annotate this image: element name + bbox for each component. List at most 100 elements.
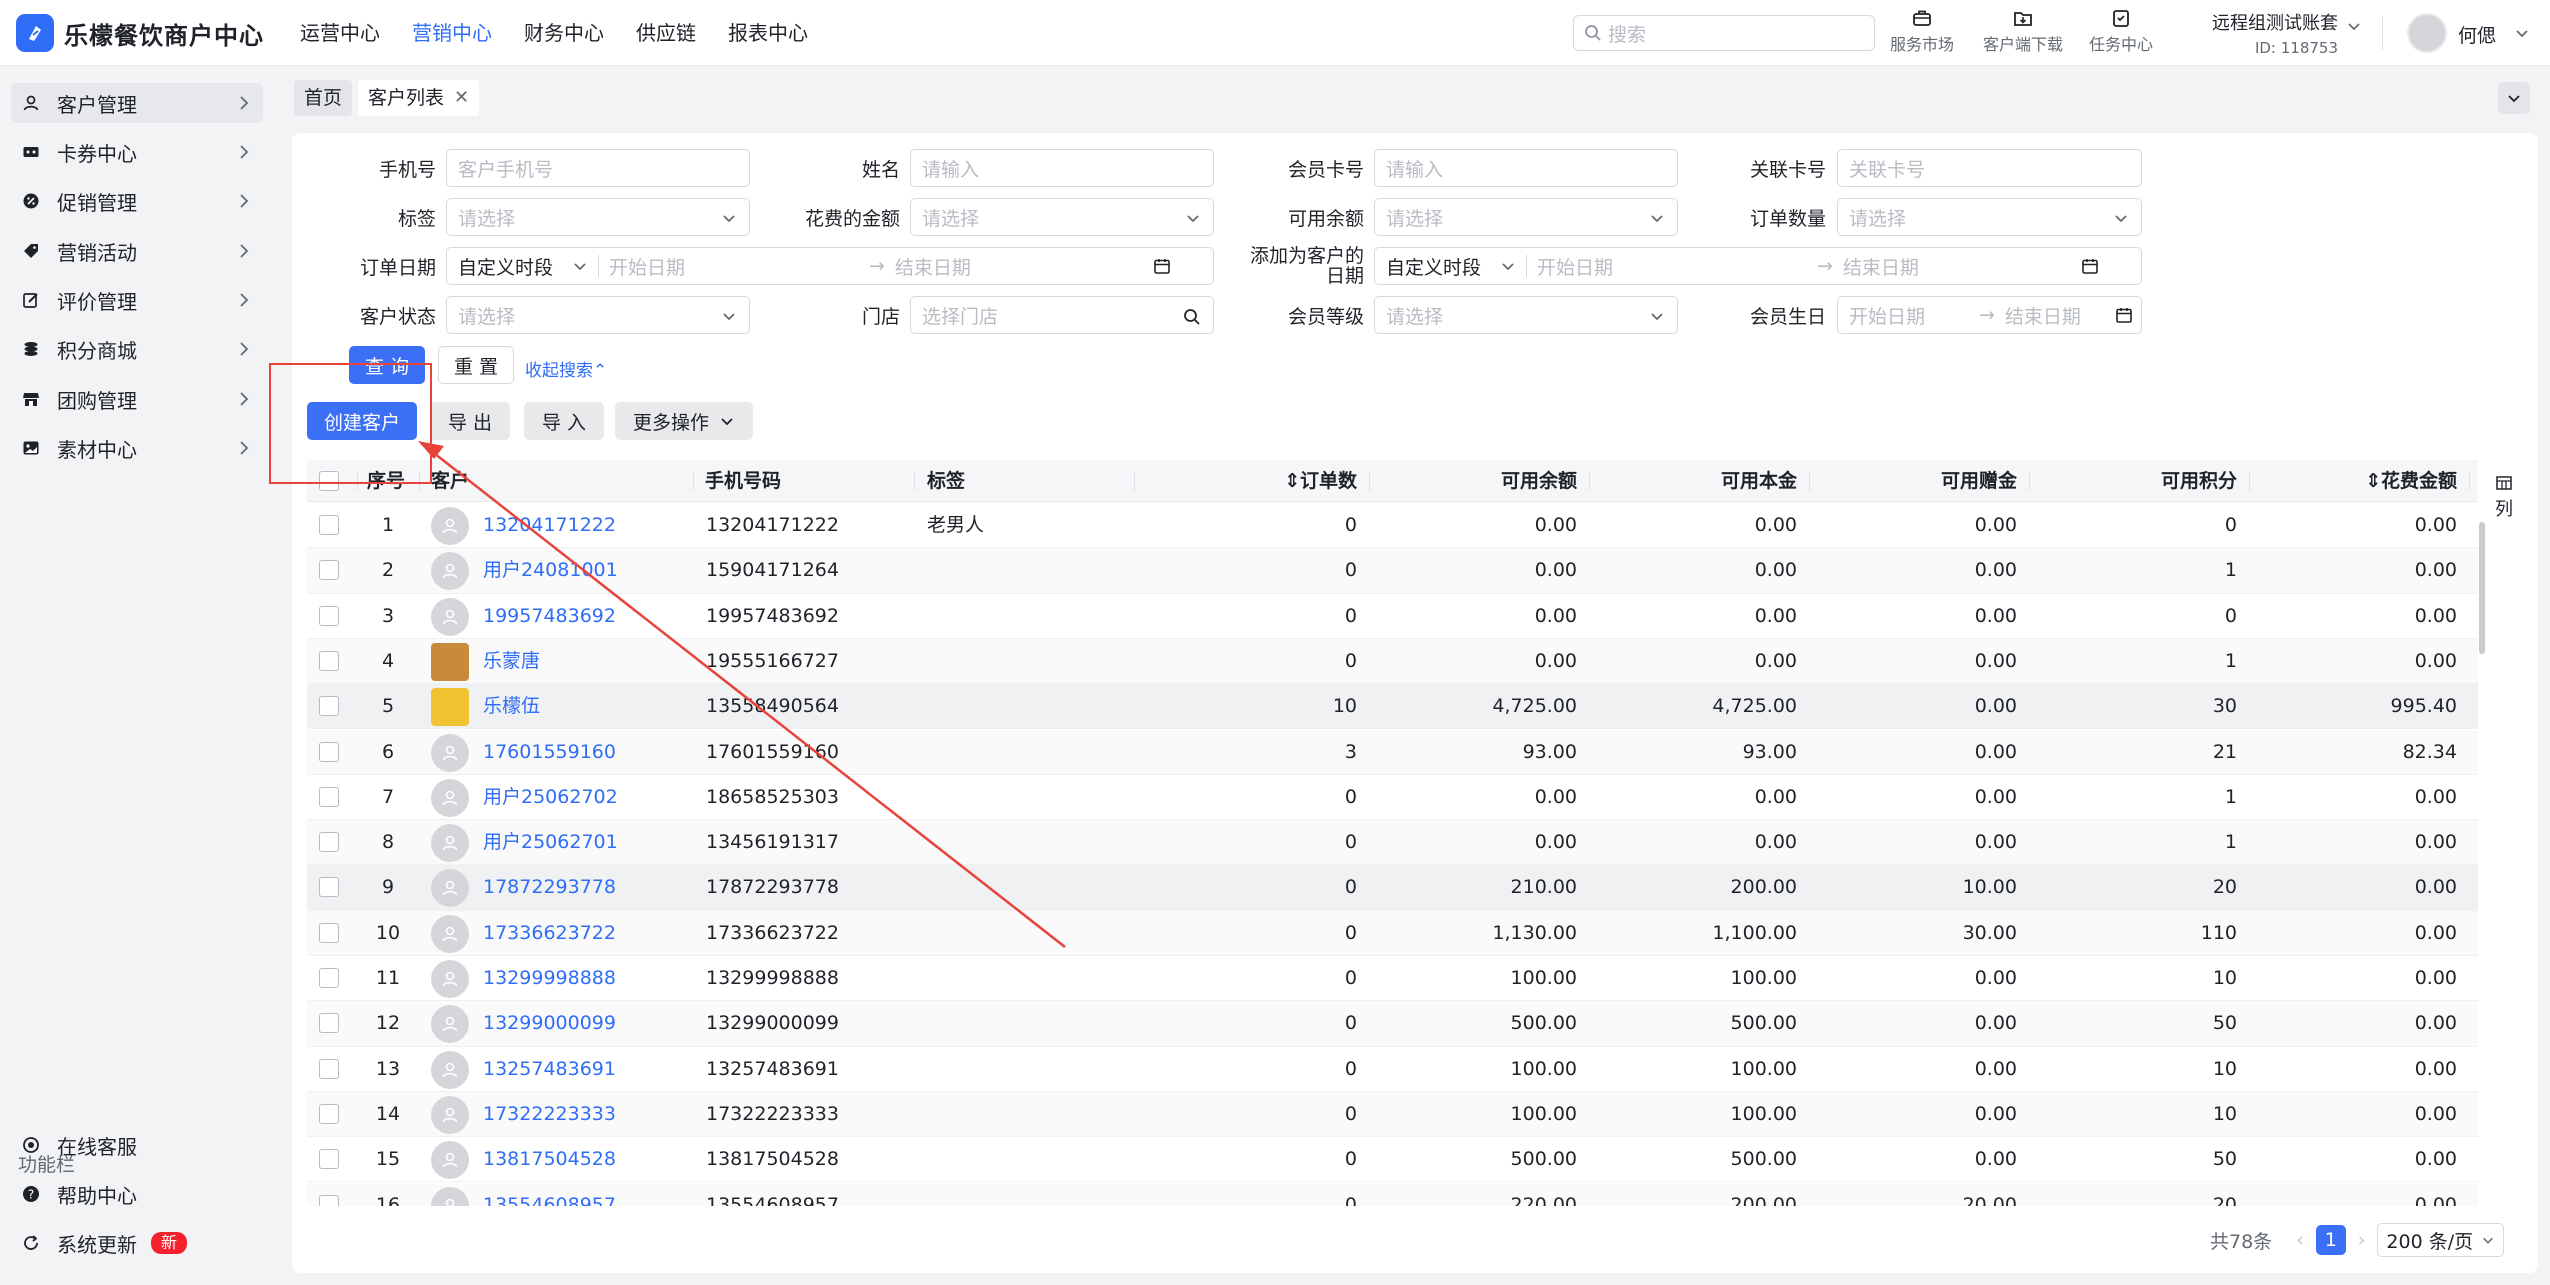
table-row[interactable]: 9 17872293778 17872293778 0 210.00 200.00 10.0…	[307, 865, 2478, 911]
collapse-search-link[interactable]: 收起搜索⌃	[525, 356, 607, 381]
spend-filter-select[interactable]: 请选择	[910, 198, 1214, 236]
level-filter-select[interactable]: 请选择	[1374, 296, 1678, 334]
customer-name-link[interactable]: 13817504528	[483, 1137, 616, 1182]
select-all-checkbox[interactable]	[319, 471, 339, 491]
customer-name-link[interactable]: 13204171222	[483, 503, 616, 548]
row-checkbox[interactable]	[319, 515, 339, 535]
tag-filter-select[interactable]: 请选择	[446, 198, 750, 236]
name-filter-input[interactable]: 请输入	[910, 149, 1214, 187]
birthday-range-picker[interactable]: 开始日期 → 结束日期	[1837, 296, 2142, 334]
column-header-spent[interactable]: ⇕花费金额	[2287, 460, 2457, 502]
phone-filter-input[interactable]: 客户手机号	[446, 149, 750, 187]
column-settings-button[interactable]: 列	[2490, 474, 2518, 521]
topnav-marketing[interactable]: 营销中心	[412, 0, 492, 66]
customer-name-link[interactable]: 13299998888	[483, 956, 616, 1001]
task-center-button[interactable]: 任务中心	[2085, 8, 2157, 55]
store-filter-select[interactable]: 选择门店	[910, 296, 1214, 334]
row-checkbox[interactable]	[319, 741, 339, 762]
scrollbar-thumb[interactable]	[2479, 522, 2485, 654]
table-row[interactable]: 12 13299000099 13299000099 0 500.00 500.00 0.0…	[307, 1001, 2478, 1047]
row-checkbox[interactable]	[319, 605, 339, 626]
chevron-down-icon[interactable]	[2514, 25, 2530, 41]
table-row[interactable]: 13 13257483691 13257483691 0 100.00 100.00 0.0…	[307, 1047, 2478, 1092]
table-row[interactable]: 7 用户25062702 18658525303 0 0.00 0.00 0.00 1 0.00	[307, 775, 2478, 821]
sidebar-item-system-update[interactable]: 系统更新 新	[11, 1223, 263, 1263]
global-search-input[interactable]: 搜索	[1573, 15, 1875, 51]
customer-name-link[interactable]: 13299000099	[483, 1001, 616, 1046]
user-avatar[interactable]	[2407, 13, 2447, 53]
table-row[interactable]: 6 17601559160 17601559160 3 93.00 93.00 0.00 21…	[307, 729, 2478, 775]
row-checkbox[interactable]	[319, 650, 339, 671]
sidebar-item-materials[interactable]: 素材中心	[11, 428, 263, 468]
row-checkbox[interactable]	[319, 832, 339, 853]
birthday-start[interactable]: 开始日期	[1849, 302, 1969, 329]
customer-name-link[interactable]: 用户25062701	[483, 820, 618, 865]
added-date-mode[interactable]: 自定义时段	[1386, 253, 1500, 280]
added-date-range-picker[interactable]: 自定义时段 开始日期 → 结束日期	[1374, 247, 2142, 285]
customer-name-link[interactable]: 用户25062702	[483, 775, 618, 820]
row-checkbox[interactable]	[319, 1013, 339, 1034]
row-checkbox[interactable]	[319, 922, 339, 943]
customer-name-link[interactable]: 13257483691	[483, 1047, 616, 1092]
client-download-button[interactable]: 客户端下载	[1978, 8, 2068, 55]
table-row[interactable]: 4 乐蒙唐 19555166727 0 0.00 0.00 0.00 1 0.00	[307, 638, 2478, 685]
table-row[interactable]: 14 17322223333 17322223333 0 100.00 100.00 0.0…	[307, 1091, 2478, 1138]
topnav-operations[interactable]: 运营中心	[300, 0, 380, 66]
customer-name-link[interactable]: 13554608957	[483, 1183, 616, 1207]
user-name[interactable]: 何偲	[2458, 21, 2496, 48]
page-size-select[interactable]: 200 条/页	[2377, 1223, 2505, 1257]
status-filter-select[interactable]: 请选择	[446, 296, 750, 334]
customer-name-link[interactable]: 17322223333	[483, 1092, 616, 1137]
more-actions-dropdown[interactable]: 更多操作	[615, 402, 753, 440]
table-row[interactable]: 3 19957483692 19957483692 0 0.00 0.00 0.00 0 0.0…	[307, 594, 2478, 639]
next-page-icon[interactable]: ›	[2358, 1229, 2366, 1251]
topnav-finance[interactable]: 财务中心	[524, 0, 604, 66]
create-customer-button[interactable]: 创建客户	[307, 402, 417, 440]
app-logo[interactable]: 乐檬餐饮商户中心	[16, 14, 264, 52]
sidebar-item-promotions[interactable]: 促销管理	[11, 181, 263, 221]
added-date-start[interactable]: 开始日期	[1537, 253, 1807, 280]
sidebar-item-coupons[interactable]: 卡券中心	[11, 132, 263, 172]
customer-name-link[interactable]: 17336623722	[483, 911, 616, 956]
tab-home[interactable]: 首页	[294, 80, 353, 116]
row-checkbox[interactable]	[319, 696, 339, 717]
sidebar-item-reviews[interactable]: 评价管理	[11, 280, 263, 320]
order-date-end[interactable]: 结束日期	[895, 253, 1153, 280]
table-row[interactable]: 1 13204171222 13204171222 老男人 0 0.00 0.00 0.00 0…	[307, 503, 2478, 549]
table-row[interactable]: 8 用户25062701 13456191317 0 0.00 0.00 0.00 1 0.00	[307, 820, 2478, 866]
row-checkbox[interactable]	[319, 1194, 339, 1206]
account-switcher[interactable]: 远程组测试账套 ID: 118753	[2212, 9, 2338, 57]
sidebar-item-customers[interactable]: 客户管理	[11, 83, 263, 123]
row-checkbox[interactable]	[319, 560, 339, 581]
sidebar-item-points-mall[interactable]: 积分商城	[11, 329, 263, 369]
customer-name-link[interactable]: 乐檬伍	[483, 684, 540, 729]
row-checkbox[interactable]	[319, 1149, 339, 1170]
table-row[interactable]: 10 17336623722 17336623722 0 1,130.00 1,100.0…	[307, 910, 2478, 956]
table-row[interactable]: 16 13554608957 13554608957 0 220.00 200.00 20.…	[307, 1182, 2478, 1207]
topnav-supply-chain[interactable]: 供应链	[636, 0, 696, 66]
link-card-filter-input[interactable]: 关联卡号	[1837, 149, 2142, 187]
customer-name-link[interactable]: 17872293778	[483, 865, 616, 910]
row-checkbox[interactable]	[319, 877, 339, 898]
row-checkbox[interactable]	[319, 1058, 339, 1079]
birthday-end[interactable]: 结束日期	[2005, 302, 2115, 329]
tab-customer-list[interactable]: 客户列表 ✕	[358, 80, 480, 116]
customer-name-link[interactable]: 乐蒙唐	[483, 639, 540, 684]
order-date-mode[interactable]: 自定义时段	[458, 253, 572, 280]
row-checkbox[interactable]	[319, 968, 339, 988]
prev-page-icon[interactable]: ‹	[2296, 1229, 2304, 1251]
card-filter-input[interactable]: 请输入	[1374, 149, 1678, 187]
balance-filter-select[interactable]: 请选择	[1374, 198, 1678, 236]
sort-icon[interactable]: ⇕	[1284, 470, 1300, 492]
page-number-current[interactable]: 1	[2315, 1225, 2346, 1255]
customer-name-link[interactable]: 17601559160	[483, 730, 616, 775]
customer-name-link[interactable]: 用户24081001	[483, 548, 618, 593]
table-row[interactable]: 15 13817504528 13817504528 0 500.00 500.00 0.0…	[307, 1137, 2478, 1183]
sidebar-item-group-buy[interactable]: 团购管理	[11, 379, 263, 419]
service-market-button[interactable]: 服务市场	[1886, 8, 1958, 55]
topnav-reports[interactable]: 报表中心	[728, 0, 808, 66]
table-row[interactable]: 2 用户24081001 15904171264 0 0.00 0.00 0.00 1 0.00	[307, 548, 2478, 594]
sidebar-item-help-center[interactable]: ? 帮助中心	[11, 1174, 263, 1214]
table-row[interactable]: 5 乐檬伍 13558490564 10 4,725.00 4,725.00 0.00 30 9…	[307, 684, 2478, 730]
sidebar-item-campaigns[interactable]: 营销活动	[11, 231, 263, 271]
